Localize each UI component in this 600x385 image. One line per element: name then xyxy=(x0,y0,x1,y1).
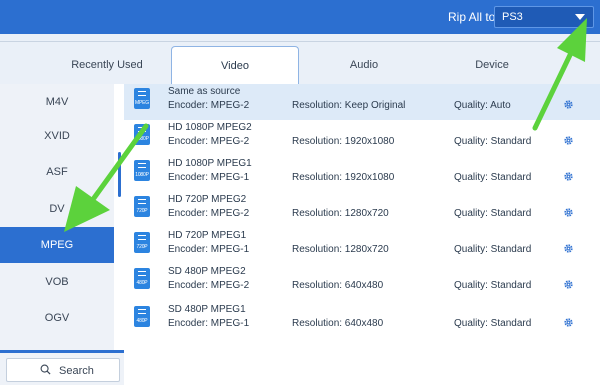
green-arrow-to-mpeg xyxy=(64,123,149,232)
annotation-arrows xyxy=(64,18,587,232)
green-arrow-to-dropdown xyxy=(532,18,587,131)
